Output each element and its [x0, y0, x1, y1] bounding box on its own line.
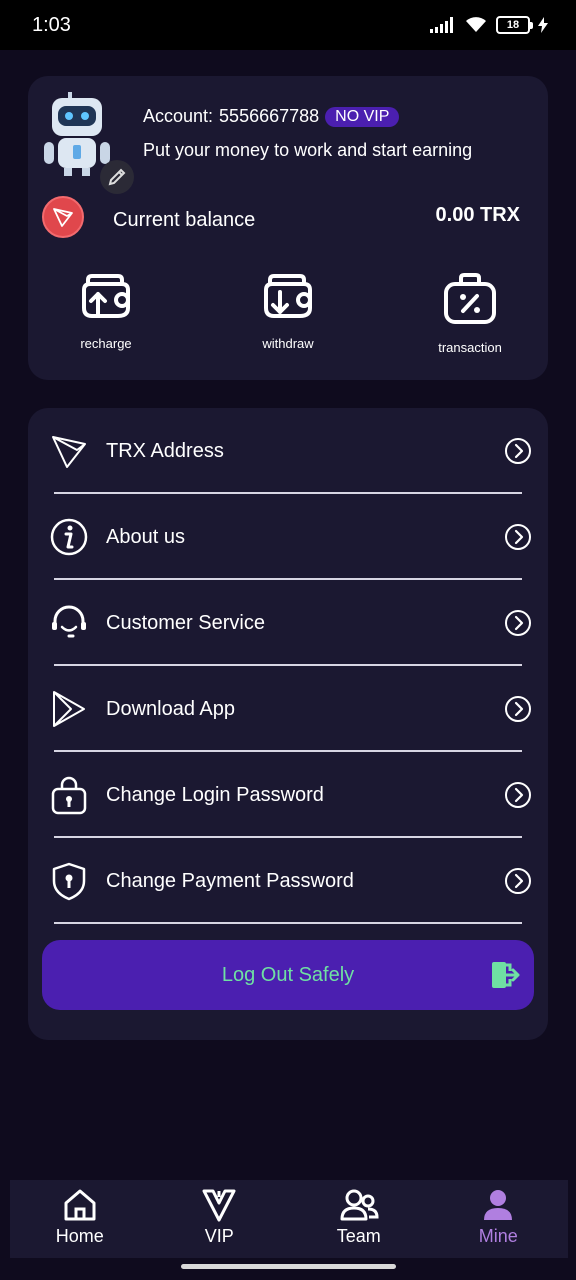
menu-label: Download App: [106, 697, 235, 720]
play-icon: [44, 684, 94, 734]
tron-icon: [53, 208, 73, 227]
withdraw-icon: [264, 274, 312, 318]
chevron-right-icon: [505, 868, 531, 894]
balance-label: Current balance: [113, 209, 256, 231]
tab-home[interactable]: Home: [10, 1180, 150, 1258]
logout-label: Log Out Safely: [221, 963, 355, 986]
team-icon: [340, 1189, 379, 1221]
tab-label: Team: [336, 1226, 381, 1246]
menu-item-customer-service[interactable]: Customer Service: [42, 580, 534, 666]
lock-icon: [44, 770, 94, 820]
tab-mine[interactable]: Mine: [429, 1180, 569, 1258]
transaction-button[interactable]: transaction: [405, 272, 535, 355]
avatar[interactable]: [38, 90, 134, 194]
menu-item-change-payment-password[interactable]: Change Payment Password: [42, 838, 534, 924]
status-time: 1:03: [32, 13, 71, 36]
logout-button[interactable]: Log Out Safely: [42, 940, 534, 1010]
chevron-right-icon: [505, 782, 531, 808]
chevron-right-icon: [505, 696, 531, 722]
tab-label: VIP: [204, 1226, 234, 1246]
tab-vip[interactable]: VIP: [150, 1180, 290, 1258]
account-label: Account:: [143, 106, 214, 126]
headset-icon: [44, 598, 94, 648]
menu-label: Change Payment Password: [106, 869, 354, 892]
edit-avatar-button[interactable]: [100, 160, 134, 194]
chevron-right-icon: [505, 610, 531, 636]
account-line: Account: 5556667788 NO VIP: [143, 106, 400, 127]
menu-item-change-login-password[interactable]: Change Login Password: [42, 752, 534, 838]
home-indicator[interactable]: [181, 1264, 396, 1269]
home-icon: [64, 1189, 96, 1221]
menu-item-download-app[interactable]: Download App: [42, 666, 534, 752]
menu-label: TRX Address: [106, 439, 224, 462]
tab-label: Mine: [478, 1226, 518, 1246]
menu-label: Change Login Password: [106, 783, 324, 806]
menu-label: About us: [106, 525, 185, 548]
chevron-right-icon: [505, 438, 531, 464]
account-number: 5556667788: [219, 106, 320, 126]
account-tagline: Put your money to work and start earning: [143, 140, 473, 160]
pencil-icon: [108, 168, 126, 186]
logout-icon: [492, 962, 520, 988]
menu-card: TRX Address About us Customer Service Do…: [28, 408, 548, 1040]
info-icon: [44, 512, 94, 562]
balance-value: 0.00 TRX: [435, 204, 520, 226]
recharge-icon: [82, 274, 130, 318]
menu-label: Customer Service: [106, 611, 265, 634]
account-card: Account: 5556667788 NO VIP Put your mone…: [28, 76, 548, 380]
tab-label: Home: [55, 1226, 104, 1246]
vip-icon: [202, 1189, 236, 1222]
shield-icon: [44, 856, 94, 906]
menu-item-about-us[interactable]: About us: [42, 494, 534, 580]
menu-item-trx-address[interactable]: TRX Address: [42, 408, 534, 494]
recharge-label: recharge: [80, 336, 132, 351]
withdraw-label: withdraw: [262, 336, 314, 351]
tab-team[interactable]: Team: [289, 1180, 429, 1258]
trx-logo: [42, 196, 84, 238]
recharge-button[interactable]: recharge: [41, 272, 171, 351]
battery-icon: 18: [496, 16, 533, 34]
user-icon: [484, 1190, 513, 1220]
withdraw-button[interactable]: withdraw: [223, 272, 353, 351]
bottom-tab-bar: Home VIP Team Mine: [10, 1180, 568, 1258]
transaction-icon: [444, 273, 496, 324]
signal-icon: [430, 17, 453, 33]
wifi-icon: [466, 17, 486, 32]
transaction-label: transaction: [438, 340, 502, 355]
chevron-right-icon: [505, 524, 531, 550]
status-icons: 18: [430, 16, 548, 34]
status-bar: 1:03 18: [0, 0, 576, 50]
tron-icon: [44, 426, 94, 476]
vip-status-badge: NO VIP: [325, 106, 400, 127]
charging-icon: [538, 17, 548, 33]
